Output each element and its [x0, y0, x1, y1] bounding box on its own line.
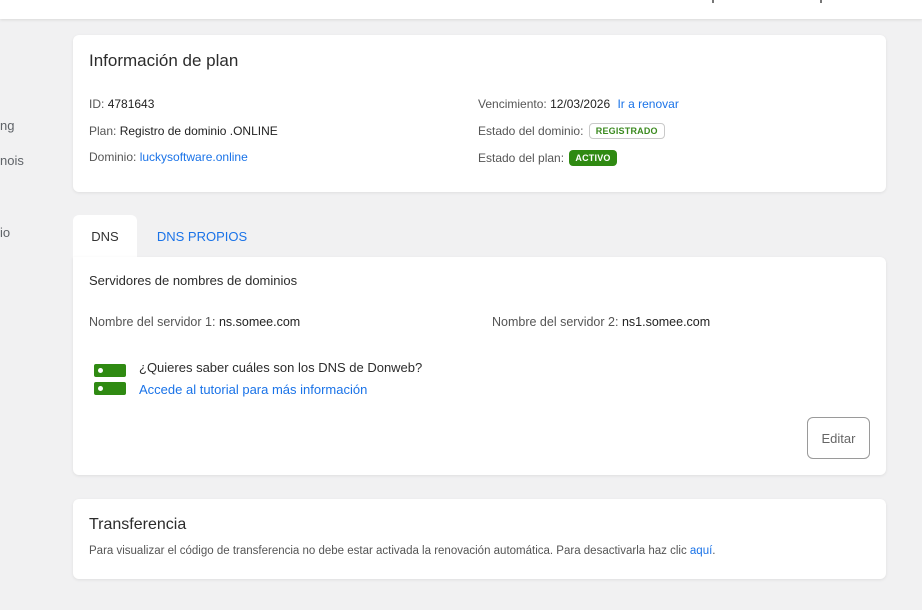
transfer-text: Para visualizar el código de transferenc…	[89, 545, 687, 557]
transfer-here-link[interactable]: aquí	[690, 545, 712, 557]
dns-card: Servidores de nombres de dominios Nombre…	[73, 257, 886, 475]
expiry-value: 12/03/2026	[550, 97, 611, 111]
nameserver-2-label: Nombre del servidor 2:	[492, 315, 619, 329]
domain-link[interactable]: luckysoftware.online	[140, 150, 248, 164]
dns-title: Servidores de nombres de dominios	[89, 273, 298, 288]
plan-status-badge: ACTIVO	[569, 150, 617, 166]
top-bar	[0, 0, 922, 19]
tab-dns[interactable]: DNS	[73, 215, 137, 257]
nameserver-2-row: Nombre del servidor 2: ns1.somee.com	[492, 315, 710, 329]
nameserver-1-label: Nombre del servidor 1:	[89, 315, 216, 329]
plan-type-row: Plan: Registro de dominio .ONLINE	[89, 124, 278, 138]
top-bar-fragment	[820, 0, 822, 3]
plan-title: Información de plan	[89, 51, 239, 70]
domain-status-label: Estado del dominio:	[478, 124, 584, 138]
dns-help-question: ¿Quieres saber cuáles son los DNS de Don…	[139, 360, 423, 375]
sidebar-item[interactable]: io	[0, 225, 10, 240]
domain-status-badge: REGISTRADO	[588, 123, 665, 139]
plan-id-row: ID: 4781643	[89, 97, 154, 111]
transfer-description: Para visualizar el código de transferenc…	[89, 545, 716, 557]
expiry-label: Vencimiento:	[478, 97, 547, 111]
edit-button[interactable]: Editar	[807, 417, 870, 459]
transfer-period: .	[712, 545, 716, 557]
dns-tutorial-link[interactable]: Accede al tutorial para más información	[139, 382, 367, 397]
plan-domain-row: Dominio: luckysoftware.online	[89, 150, 248, 164]
sidebar-item[interactable]: ng	[0, 118, 14, 133]
plan-type-label: Plan:	[89, 124, 117, 138]
plan-type-value: Registro de dominio .ONLINE	[119, 124, 278, 138]
server-icon	[94, 364, 126, 396]
plan-id-value: 4781643	[107, 97, 155, 111]
plan-status-row: Estado del plan: ACTIVO	[478, 150, 617, 166]
top-bar-fragment	[712, 0, 714, 3]
transfer-card: Transferencia Para visualizar el código …	[73, 499, 886, 579]
plan-status-label: Estado del plan:	[478, 151, 565, 165]
sidebar-item[interactable]: nois	[0, 153, 24, 168]
plan-info-card: Información de plan ID: 4781643 Plan: Re…	[73, 35, 886, 192]
domain-status-row: Estado del dominio: REGISTRADO	[478, 123, 665, 139]
plan-id-label: ID:	[89, 97, 105, 111]
nameserver-1-row: Nombre del servidor 1: ns.somee.com	[89, 315, 300, 329]
transfer-title: Transferencia	[89, 516, 187, 533]
renew-link[interactable]: Ir a renovar	[617, 97, 678, 111]
expiry-row: Vencimiento: 12/03/2026 Ir a renovar	[478, 97, 679, 111]
nameserver-1-value: ns.somee.com	[218, 315, 301, 329]
tab-dns-propios[interactable]: DNS PROPIOS	[140, 215, 264, 257]
nameserver-2-value: ns1.somee.com	[621, 315, 711, 329]
plan-domain-label: Dominio:	[89, 150, 137, 164]
